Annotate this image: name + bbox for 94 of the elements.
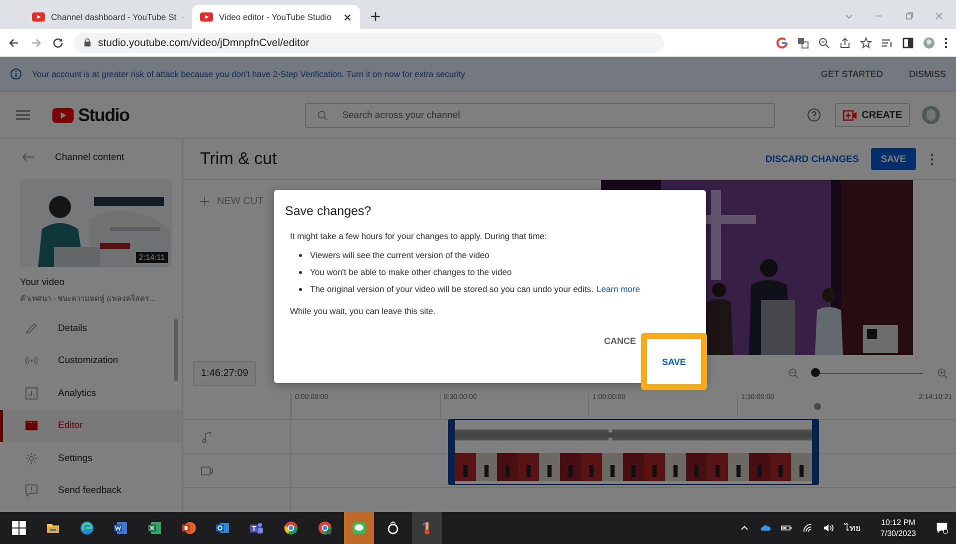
- browser-icon[interactable]: [318, 521, 332, 535]
- back-arrow-icon[interactable]: [8, 36, 20, 48]
- zoom-slider[interactable]: [813, 368, 923, 378]
- taskbar-app-button[interactable]: [344, 512, 374, 544]
- discard-changes-button[interactable]: DISCARD CHANGES: [765, 154, 859, 164]
- sidebar-item[interactable]: Send feedback: [0, 474, 182, 507]
- side-panel-icon[interactable]: [902, 36, 914, 48]
- plus-icon: [200, 197, 209, 206]
- video-camera-icon: [201, 464, 213, 476]
- browser-tab[interactable]: Video editor - YouTube Studio: [192, 5, 360, 29]
- gear-icon: [25, 452, 38, 465]
- browser-tab[interactable]: Channel dashboard - YouTube St: [24, 5, 192, 29]
- folder-icon[interactable]: [46, 521, 60, 535]
- document-icon[interactable]: [114, 521, 128, 535]
- play-logo-icon: [32, 12, 45, 22]
- bullet-text: The original version of your video will be stored so you can undo your edits. Learn more: [310, 283, 640, 296]
- bullet-icon: [299, 288, 302, 290]
- url-text: studio.youtube.com/video/jDmnpfnCvel/editor: [98, 36, 310, 48]
- banner-action-button[interactable]: DISMISS: [908, 69, 946, 79]
- playhead-marker[interactable]: [814, 403, 821, 410]
- address-bar[interactable]: studio.youtube.com/video/jDmnpfnCvel/editor: [74, 32, 664, 52]
- cancel-button[interactable]: CANCE: [604, 336, 636, 346]
- bullet-icon: [299, 254, 302, 256]
- info-icon: [10, 68, 22, 80]
- clock[interactable]: 10:12 PM 7/30/2023: [880, 517, 916, 539]
- logo-text: Studio: [78, 104, 130, 126]
- trim-selection[interactable]: [448, 419, 819, 485]
- language-indicator[interactable]: ไทย: [844, 521, 860, 535]
- avatar-icon[interactable]: [923, 36, 935, 48]
- mail-icon[interactable]: [216, 521, 230, 535]
- lock-icon: [84, 38, 91, 47]
- sidebar-item[interactable]: Editor: [0, 410, 182, 442]
- dialog-text: It might take a few hours for your changes to apply. During that time:: [290, 231, 548, 241]
- start-icon[interactable]: [12, 521, 26, 535]
- dialog-text: While you wait, you can leave this site.: [290, 306, 437, 316]
- people-icon[interactable]: [250, 521, 264, 535]
- search-field[interactable]: Search across your channel: [305, 102, 776, 128]
- pencil-icon: [25, 322, 38, 335]
- trim-handle[interactable]: [448, 420, 455, 484]
- play-logo-icon: [52, 108, 74, 122]
- dialog-title: Save changes?: [285, 204, 372, 218]
- sidebar-item[interactable]: Settings: [0, 442, 182, 474]
- duration-badge: 2:14:11: [136, 252, 168, 263]
- back-link[interactable]: Channel content: [55, 152, 124, 162]
- spreadsheet-icon[interactable]: [148, 521, 162, 535]
- video-plus-icon: [842, 110, 857, 120]
- wifi-icon[interactable]: [802, 523, 814, 533]
- sidebar-item[interactable]: Analytics: [0, 377, 182, 410]
- music-note-icon: [201, 430, 213, 442]
- browser-icon[interactable]: [284, 521, 298, 535]
- ring-icon[interactable]: [386, 521, 400, 535]
- menu-dots-icon[interactable]: [944, 36, 948, 48]
- add-icon[interactable]: [370, 11, 381, 22]
- battery-icon[interactable]: [781, 523, 792, 533]
- timecode-field[interactable]: 1:46:27:09: [193, 360, 256, 386]
- speaker-icon[interactable]: [823, 523, 834, 533]
- save-button[interactable]: SAVE: [870, 148, 916, 170]
- bullet-text: You won't be able to make other changes to the video: [310, 266, 512, 279]
- zoom-icon[interactable]: [818, 36, 830, 48]
- share-icon[interactable]: [839, 36, 851, 48]
- cloud-icon[interactable]: [760, 523, 772, 533]
- bullet-icon: [299, 270, 302, 274]
- broadcast-icon: [25, 354, 38, 368]
- browser-icon[interactable]: [80, 521, 94, 535]
- create-button[interactable]: CREATE: [834, 103, 910, 127]
- learn-more-link[interactable]: Learn more: [596, 284, 640, 294]
- banner-action-button[interactable]: GET STARTED: [820, 69, 883, 79]
- tab-title: Channel dashboard - YouTube St: [51, 12, 176, 22]
- search-icon: [317, 110, 328, 120]
- tab-title: Video editor - YouTube Studio: [219, 12, 332, 22]
- chat-bubble-icon: [352, 521, 366, 535]
- page-title: Trim & cut: [200, 149, 277, 169]
- banner-message: Your account is at greater risk of attack because you don't have 2-Step Verification. Turn it on now for extra security: [32, 69, 466, 79]
- video-label: Your video: [20, 277, 66, 288]
- reload-icon[interactable]: [52, 36, 64, 48]
- scrollbar[interactable]: [174, 319, 178, 381]
- taskbar-app-button[interactable]: [412, 512, 442, 544]
- list-icon[interactable]: [881, 36, 893, 48]
- chart-icon: [25, 386, 38, 400]
- translate-icon[interactable]: [797, 36, 809, 48]
- trim-handle[interactable]: [812, 420, 818, 484]
- presentation-icon[interactable]: [182, 521, 196, 535]
- clapperboard-icon: [25, 419, 38, 432]
- feedback-icon: [25, 484, 38, 498]
- play-logo-icon: [200, 12, 213, 22]
- help-icon[interactable]: [806, 108, 821, 122]
- menu-icon[interactable]: [16, 110, 30, 120]
- star-icon[interactable]: [860, 36, 872, 48]
- more-options-icon[interactable]: [930, 152, 934, 166]
- colored-ring-icon[interactable]: [776, 36, 788, 48]
- notification-icon[interactable]: [936, 522, 948, 534]
- sidebar-item[interactable]: Details: [0, 312, 182, 344]
- bullet-text: Viewers will see the current version of the video: [310, 249, 490, 262]
- save-button[interactable]: SAVE: [662, 356, 686, 366]
